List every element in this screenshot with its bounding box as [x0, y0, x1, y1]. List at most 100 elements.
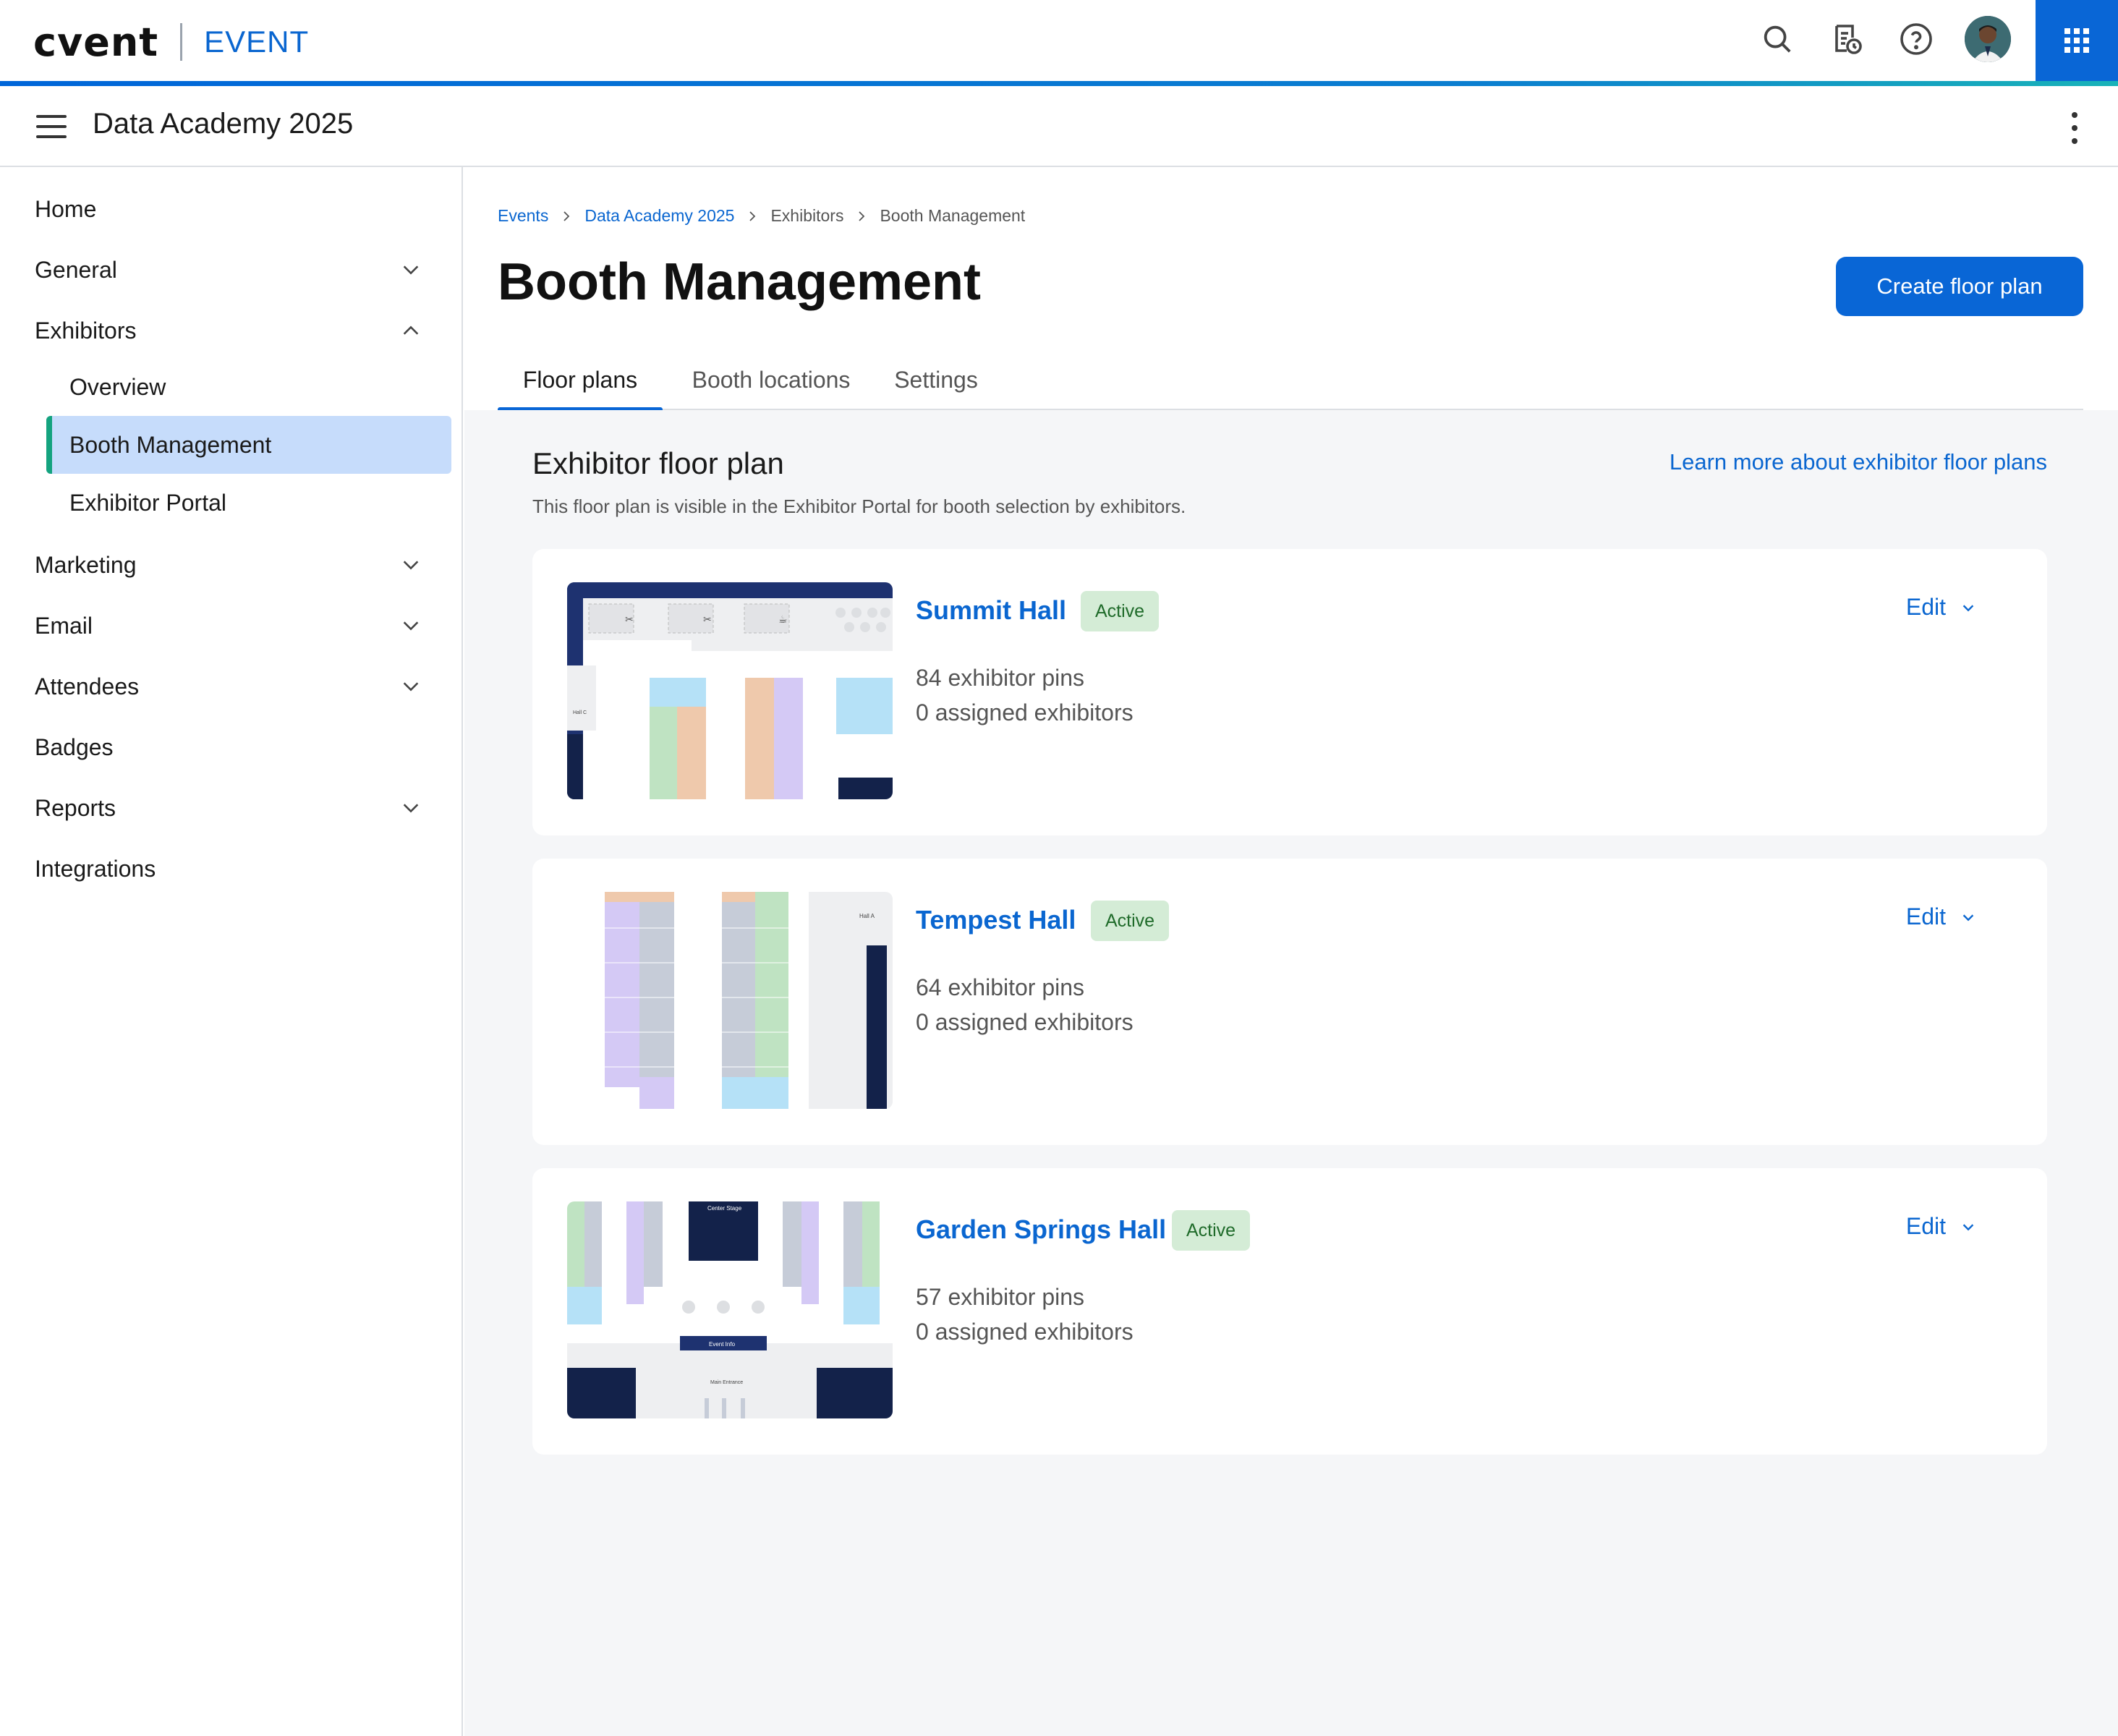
floor-plan-thumbnail[interactable]: Hall A	[567, 892, 893, 1109]
logo-divider	[180, 23, 183, 61]
sidebar-item-overview[interactable]: Overview	[46, 358, 451, 416]
floor-plan-name[interactable]: Tempest Hall	[916, 905, 1076, 935]
svg-text:Hall C: Hall C	[573, 710, 587, 715]
chevron-up-icon	[403, 326, 419, 335]
edit-button[interactable]: Edit	[1906, 1213, 1976, 1240]
edit-button[interactable]: Edit	[1906, 594, 1976, 621]
page-title: Booth Management	[498, 253, 982, 311]
user-avatar[interactable]	[1965, 16, 2011, 62]
sidebar-item-attendees[interactable]: Attendees	[0, 656, 462, 717]
sidebar-item-label: Email	[35, 612, 93, 639]
sidebar-item-label: Attendees	[35, 673, 140, 699]
floor-plan-card: ✂ ✂ ☕ Hall C Summit Hall Active 84 exhib…	[532, 549, 2047, 835]
sidebar-item-reports[interactable]: Reports	[0, 778, 462, 838]
logo-wordmark: cvent	[33, 19, 159, 65]
edit-label: Edit	[1905, 903, 1946, 929]
create-floor-plan-button[interactable]: Create floor plan	[1836, 257, 2083, 316]
svg-text:Event Info: Event Info	[709, 1341, 736, 1348]
svg-text:☕: ☕	[778, 613, 788, 625]
sidebar-item-booth-management[interactable]: Booth Management	[46, 416, 451, 474]
sidebar-item-label: Booth Management	[69, 431, 272, 458]
edit-button[interactable]: Edit	[1906, 903, 1976, 930]
breadcrumb: Events Data Academy 2025 Exhibitors Boot…	[498, 206, 1025, 226]
sidebar-item-label: Overview	[69, 373, 166, 400]
sidebar-item-exhibitors[interactable]: Exhibitors	[0, 300, 462, 361]
chevron-right-icon	[749, 210, 756, 221]
chevron-down-icon	[1962, 604, 1974, 611]
product-label: EVENT	[204, 25, 310, 59]
exhibitor-pins-count: 57 exhibitor pins	[916, 1284, 1085, 1310]
status-badge: Active	[1081, 591, 1160, 631]
sidebar-item-general[interactable]: General	[0, 239, 462, 300]
sidebar-item-marketing[interactable]: Marketing	[0, 535, 462, 595]
sidebar-item-badges[interactable]: Badges	[0, 717, 462, 778]
top-bar: cvent EVENT	[0, 0, 2118, 82]
floor-plan-card: Center Stage Event Info Main Entrance Ga…	[532, 1168, 2047, 1455]
sidebar-item-label: Marketing	[35, 551, 137, 578]
section-title: Exhibitor floor plan	[532, 446, 784, 480]
svg-text:✂: ✂	[703, 613, 712, 625]
sidebar: Home General Exhibitors Overview Booth M…	[0, 167, 463, 1736]
sidebar-item-integrations[interactable]: Integrations	[0, 838, 462, 899]
more-options-icon[interactable]	[2067, 112, 2082, 144]
tab-bar: Floor plans Booth locations Settings	[498, 349, 2083, 412]
menu-icon[interactable]	[36, 115, 67, 138]
assigned-exhibitors-count: 0 assigned exhibitors	[916, 1009, 1134, 1035]
search-icon[interactable]	[1756, 18, 1798, 60]
edit-label: Edit	[1905, 594, 1946, 620]
exhibitor-pins-count: 64 exhibitor pins	[916, 974, 1085, 1000]
tab-booth-locations[interactable]: Booth locations	[674, 349, 868, 410]
apps-grid-icon[interactable]	[2036, 0, 2118, 81]
chevron-down-icon	[403, 621, 419, 631]
assigned-exhibitors-count: 0 assigned exhibitors	[916, 1319, 1134, 1345]
sidebar-item-label: Exhibitors	[35, 317, 137, 344]
assigned-exhibitors-count: 0 assigned exhibitors	[916, 699, 1134, 726]
chevron-down-icon	[403, 804, 419, 813]
page-header: Events Data Academy 2025 Exhibitors Boot…	[464, 167, 2118, 412]
top-icons	[1756, 16, 2011, 62]
main-content: Exhibitor floor plan Learn more about ex…	[464, 410, 2118, 1736]
sidebar-item-label: Integrations	[35, 855, 156, 882]
sidebar-item-label: Home	[35, 195, 97, 222]
chevron-down-icon	[403, 682, 419, 692]
event-title: Data Academy 2025	[93, 108, 354, 140]
exhibitor-pins-count: 84 exhibitor pins	[916, 665, 1085, 691]
svg-text:✂: ✂	[625, 613, 634, 625]
floor-plan-thumbnail[interactable]: ✂ ✂ ☕ Hall C	[567, 582, 893, 799]
sidebar-item-label: General	[35, 256, 117, 283]
tab-settings[interactable]: Settings	[881, 349, 991, 410]
breadcrumb-event[interactable]: Data Academy 2025	[584, 206, 734, 226]
sidebar-item-email[interactable]: Email	[0, 595, 462, 656]
status-badge: Active	[1091, 901, 1170, 941]
help-icon[interactable]	[1895, 18, 1937, 60]
floor-plan-card: Hall A Tempest Hall Active 64 exhibitor …	[532, 859, 2047, 1145]
breadcrumb-current: Booth Management	[880, 206, 1026, 225]
edit-label: Edit	[1905, 1213, 1946, 1239]
learn-more-link[interactable]: Learn more about exhibitor floor plans	[1670, 449, 2047, 475]
sidebar-item-label: Exhibitor Portal	[69, 489, 226, 516]
cvent-logo[interactable]: cvent EVENT	[33, 19, 310, 65]
sidebar-item-label: Reports	[35, 794, 116, 821]
chevron-right-icon	[563, 210, 570, 221]
chevron-down-icon	[403, 265, 419, 275]
chevron-down-icon	[403, 561, 419, 570]
sidebar-item-home[interactable]: Home	[0, 179, 462, 239]
floor-plan-name[interactable]: Summit Hall	[916, 595, 1066, 626]
floor-plan-thumbnail[interactable]: Center Stage Event Info Main Entrance	[567, 1201, 893, 1418]
section-description: This floor plan is visible in the Exhibi…	[532, 495, 1186, 517]
sidebar-item-label: Badges	[35, 733, 114, 760]
breadcrumb-exhibitors[interactable]: Exhibitors	[770, 206, 843, 226]
event-header: Data Academy 2025	[0, 86, 2118, 167]
svg-text:Main Entrance: Main Entrance	[710, 1380, 743, 1385]
chevron-down-icon	[1962, 1223, 1974, 1230]
chevron-down-icon	[1962, 914, 1974, 921]
svg-text:Hall A: Hall A	[859, 913, 875, 919]
tab-floor-plans[interactable]: Floor plans	[498, 349, 663, 412]
chevron-right-icon	[859, 210, 865, 221]
floor-plan-name[interactable]: Garden Springs Hall	[916, 1214, 1166, 1245]
sidebar-item-exhibitor-portal[interactable]: Exhibitor Portal	[46, 474, 451, 532]
breadcrumb-events[interactable]: Events	[498, 206, 548, 226]
status-badge: Active	[1172, 1210, 1251, 1251]
event-schedule-icon[interactable]	[1826, 18, 1868, 60]
svg-text:Center Stage: Center Stage	[707, 1205, 742, 1212]
